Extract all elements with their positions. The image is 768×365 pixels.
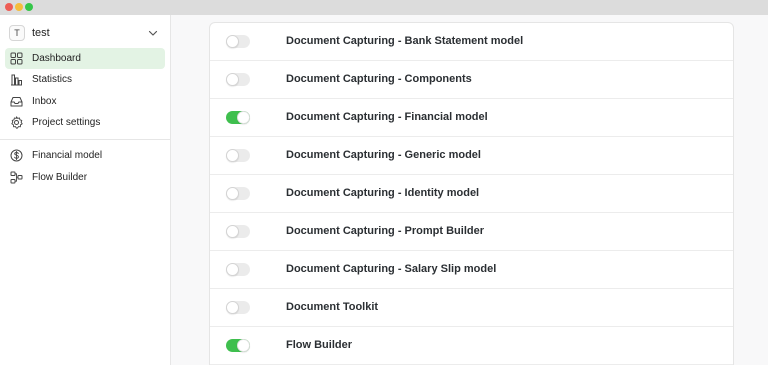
module-label: Document Capturing - Salary Slip model <box>286 263 497 275</box>
sidebar-item-statistics[interactable]: Statistics <box>5 69 165 90</box>
sidebar-item-label: Dashboard <box>32 53 81 64</box>
sidebar-item-label: Financial model <box>32 150 103 161</box>
modules-card: Document Capturing - Bank Statement mode… <box>209 22 734 365</box>
module-toggle[interactable] <box>226 73 250 86</box>
module-toggle[interactable] <box>226 225 250 238</box>
toggle-knob <box>226 263 239 276</box>
sidebar-item-project-settings[interactable]: Project settings <box>5 112 165 133</box>
module-toggle[interactable] <box>226 301 250 314</box>
sidebar-item-label: Flow Builder <box>32 172 88 183</box>
minimize-window-button[interactable] <box>15 3 23 11</box>
toggle-knob <box>226 187 239 200</box>
bar-chart-icon <box>11 74 22 86</box>
gear-icon <box>11 116 23 129</box>
toggle-knob <box>226 301 239 314</box>
module-label: Document Capturing - Financial model <box>286 111 488 123</box>
module-row: Document Capturing - Financial model <box>210 99 733 137</box>
sidebar-item-label: Project settings <box>32 117 101 128</box>
toggle-knob <box>226 149 239 162</box>
toggle-knob <box>237 339 250 352</box>
sidebar-item-financial-model[interactable]: Financial model <box>5 145 165 166</box>
module-label: Document Capturing - Identity model <box>286 187 480 199</box>
module-row: Document Capturing - Identity model <box>210 175 733 213</box>
sidebar-item-label: Inbox <box>32 96 57 107</box>
module-toggle[interactable] <box>226 35 250 48</box>
dollar-circle-icon <box>10 149 23 162</box>
module-label: Document Capturing - Components <box>286 73 472 85</box>
project-avatar: T <box>9 25 25 41</box>
window-titlebar <box>0 0 768 15</box>
chevron-down-icon <box>148 30 158 36</box>
module-label: Document Toolkit <box>286 301 379 313</box>
module-label: Document Capturing - Prompt Builder <box>286 225 484 237</box>
toggle-knob <box>226 225 239 238</box>
module-row: Document Capturing - Generic model <box>210 137 733 175</box>
main-content: Document Capturing - Bank Statement mode… <box>171 15 768 365</box>
sidebar-item-inbox[interactable]: Inbox <box>5 91 165 112</box>
toggle-knob <box>237 111 250 124</box>
toggle-knob <box>226 35 239 48</box>
module-row: Document Capturing - Salary Slip model <box>210 251 733 289</box>
module-toggle[interactable] <box>226 111 250 124</box>
toggle-knob <box>226 73 239 86</box>
module-row: Document Capturing - Components <box>210 61 733 99</box>
module-row: Document Toolkit <box>210 289 733 327</box>
module-row: Document Capturing - Prompt Builder <box>210 213 733 251</box>
module-row: Document Capturing - Bank Statement mode… <box>210 23 733 61</box>
sidebar: T test Dashboard Statistics Inbox Projec… <box>0 15 171 365</box>
project-switcher[interactable]: T test <box>0 15 171 52</box>
module-row: Flow Builder <box>210 327 733 365</box>
grid-icon <box>10 52 23 65</box>
module-label: Flow Builder <box>286 339 352 351</box>
module-toggle[interactable] <box>226 339 250 352</box>
flow-icon <box>10 171 23 184</box>
module-label: Document Capturing - Generic model <box>286 149 481 161</box>
sidebar-item-label: Statistics <box>32 74 73 85</box>
project-name: test <box>32 27 50 39</box>
sidebar-item-dashboard[interactable]: Dashboard <box>5 48 165 69</box>
module-toggle[interactable] <box>226 149 250 162</box>
inbox-icon <box>10 97 23 107</box>
zoom-window-button[interactable] <box>25 3 33 11</box>
module-label: Document Capturing - Bank Statement mode… <box>286 35 524 47</box>
sidebar-item-flow-builder[interactable]: Flow Builder <box>5 167 165 188</box>
sidebar-divider <box>0 139 170 140</box>
module-toggle[interactable] <box>226 263 250 276</box>
close-window-button[interactable] <box>5 3 13 11</box>
module-toggle[interactable] <box>226 187 250 200</box>
